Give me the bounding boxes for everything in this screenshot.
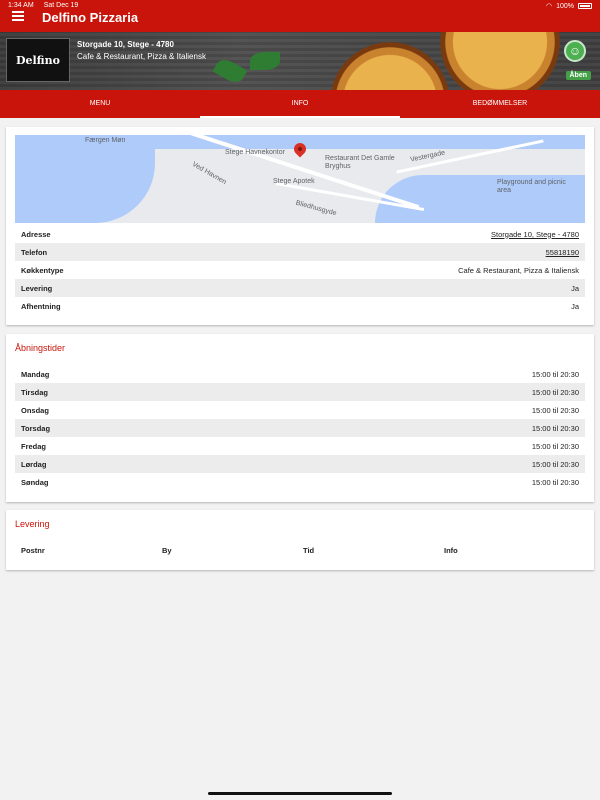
- map-label: Stege Apotek: [273, 178, 315, 185]
- open-status-badge: Åben: [565, 71, 591, 80]
- hours-time: 15:00 til 20:30: [531, 477, 579, 487]
- page-title: Delfino Pizzaria: [42, 10, 139, 25]
- logo-text: Delfino: [15, 53, 61, 67]
- phone-link[interactable]: 55818190: [546, 248, 579, 257]
- column-header-postnr: Postnr: [21, 545, 45, 555]
- hours-day: Lørdag: [21, 459, 47, 469]
- info-value: Ja: [571, 301, 579, 311]
- column-header-info: Info: [444, 545, 458, 555]
- column-header-tid: Tid: [303, 545, 315, 555]
- hours-day: Onsdag: [21, 405, 49, 415]
- info-row-pickup: Afhentning Ja: [15, 297, 585, 315]
- hamburger-menu-icon[interactable]: [12, 11, 24, 21]
- home-indicator[interactable]: [208, 792, 392, 795]
- delivery-title: Levering: [15, 519, 50, 529]
- wifi-icon: ◠: [545, 3, 553, 10]
- info-row-address: Adresse Storgade 10, Stege - 4780: [15, 225, 585, 243]
- map-label: Færgen Møn: [85, 137, 126, 144]
- restaurant-logo: Delfino: [6, 38, 70, 82]
- hours-row: Fredag 15:00 til 20:30: [15, 437, 585, 455]
- opening-hours-card: Åbningstider Mandag 15:00 til 20:30 Tirs…: [6, 334, 594, 502]
- status-time: 1:34 AM: [8, 2, 34, 9]
- info-label: Telefon: [21, 247, 48, 257]
- pizza-image: [440, 32, 560, 90]
- map-label: Stege Havnekontor: [225, 149, 285, 156]
- hours-day: Mandag: [21, 369, 50, 379]
- location-map[interactable]: Færgen Møn Stege Havnekontor Restaurant …: [15, 135, 585, 223]
- address-link[interactable]: Storgade 10, Stege - 4780: [491, 230, 579, 239]
- hours-time: 15:00 til 20:30: [531, 441, 579, 451]
- hours-day: Tirsdag: [21, 387, 48, 397]
- hours-row: Tirsdag 15:00 til 20:30: [15, 383, 585, 401]
- info-label: Afhentning: [21, 301, 61, 311]
- info-label: Adresse: [21, 229, 51, 239]
- basil-leaf: [250, 52, 280, 70]
- info-row-phone: Telefon 55818190: [15, 243, 585, 261]
- battery-icon: [578, 3, 592, 9]
- shop-address: Storgade 10, Stege - 4780: [77, 40, 174, 49]
- info-row-cuisine: Køkkentype Cafe & Restaurant, Pizza & It…: [15, 261, 585, 279]
- hours-day: Søndag: [21, 477, 49, 487]
- shop-type: Cafe & Restaurant, Pizza & Italiensk: [77, 52, 206, 61]
- tab-bar: MENU INFO BEDØMMELSER: [0, 90, 600, 118]
- status-bar: 1:34 AM Sat Dec 19: [8, 2, 78, 9]
- delivery-card: Levering Postnr By Tid Info: [6, 510, 594, 570]
- hours-row: Mandag 15:00 til 20:30: [15, 365, 585, 383]
- hours-day: Torsdag: [21, 423, 51, 433]
- hours-time: 15:00 til 20:30: [531, 423, 579, 433]
- status-date: Sat Dec 19: [43, 2, 79, 9]
- info-value: Ja: [571, 283, 579, 293]
- map-label: Bliedhusgyde: [294, 199, 338, 218]
- hours-time: 15:00 til 20:30: [531, 387, 579, 397]
- hours-row: Onsdag 15:00 til 20:30: [15, 401, 585, 419]
- delivery-table-header: Postnr By Tid Info: [15, 541, 585, 559]
- hours-row: Torsdag 15:00 til 20:30: [15, 419, 585, 437]
- info-label: Køkkentype: [21, 265, 64, 275]
- map-label: Restaurant Det Gamle Bryghus: [325, 155, 395, 170]
- info-card: Færgen Møn Stege Havnekontor Restaurant …: [6, 127, 594, 325]
- map-label: Playground and picnic area: [497, 179, 566, 194]
- tab-reviews[interactable]: BEDØMMELSER: [400, 90, 600, 118]
- hours-time: 15:00 til 20:30: [531, 369, 579, 379]
- tab-menu[interactable]: MENU: [0, 90, 200, 118]
- status-indicators: ◠ 100%: [546, 2, 592, 10]
- tab-info[interactable]: INFO: [200, 90, 400, 118]
- column-header-by: By: [162, 545, 172, 555]
- hours-time: 15:00 til 20:30: [531, 405, 579, 415]
- smiley-rating-icon: ☺: [564, 40, 586, 62]
- info-label: Levering: [21, 283, 53, 293]
- hours-row: Lørdag 15:00 til 20:30: [15, 455, 585, 473]
- map-label: Ved Havnen: [190, 160, 228, 187]
- hours-day: Fredag: [21, 441, 47, 451]
- app-bar: 1:34 AM Sat Dec 19 ◠ 100% Delfino Pizzar…: [0, 0, 600, 32]
- info-value: Cafe & Restaurant, Pizza & Italiensk: [458, 265, 579, 275]
- info-row-delivery: Levering Ja: [15, 279, 585, 297]
- opening-hours-title: Åbningstider: [15, 343, 66, 353]
- hours-row: Søndag 15:00 til 20:30: [15, 473, 585, 491]
- hours-time: 15:00 til 20:30: [531, 459, 579, 469]
- status-battery-text: 100%: [556, 2, 574, 10]
